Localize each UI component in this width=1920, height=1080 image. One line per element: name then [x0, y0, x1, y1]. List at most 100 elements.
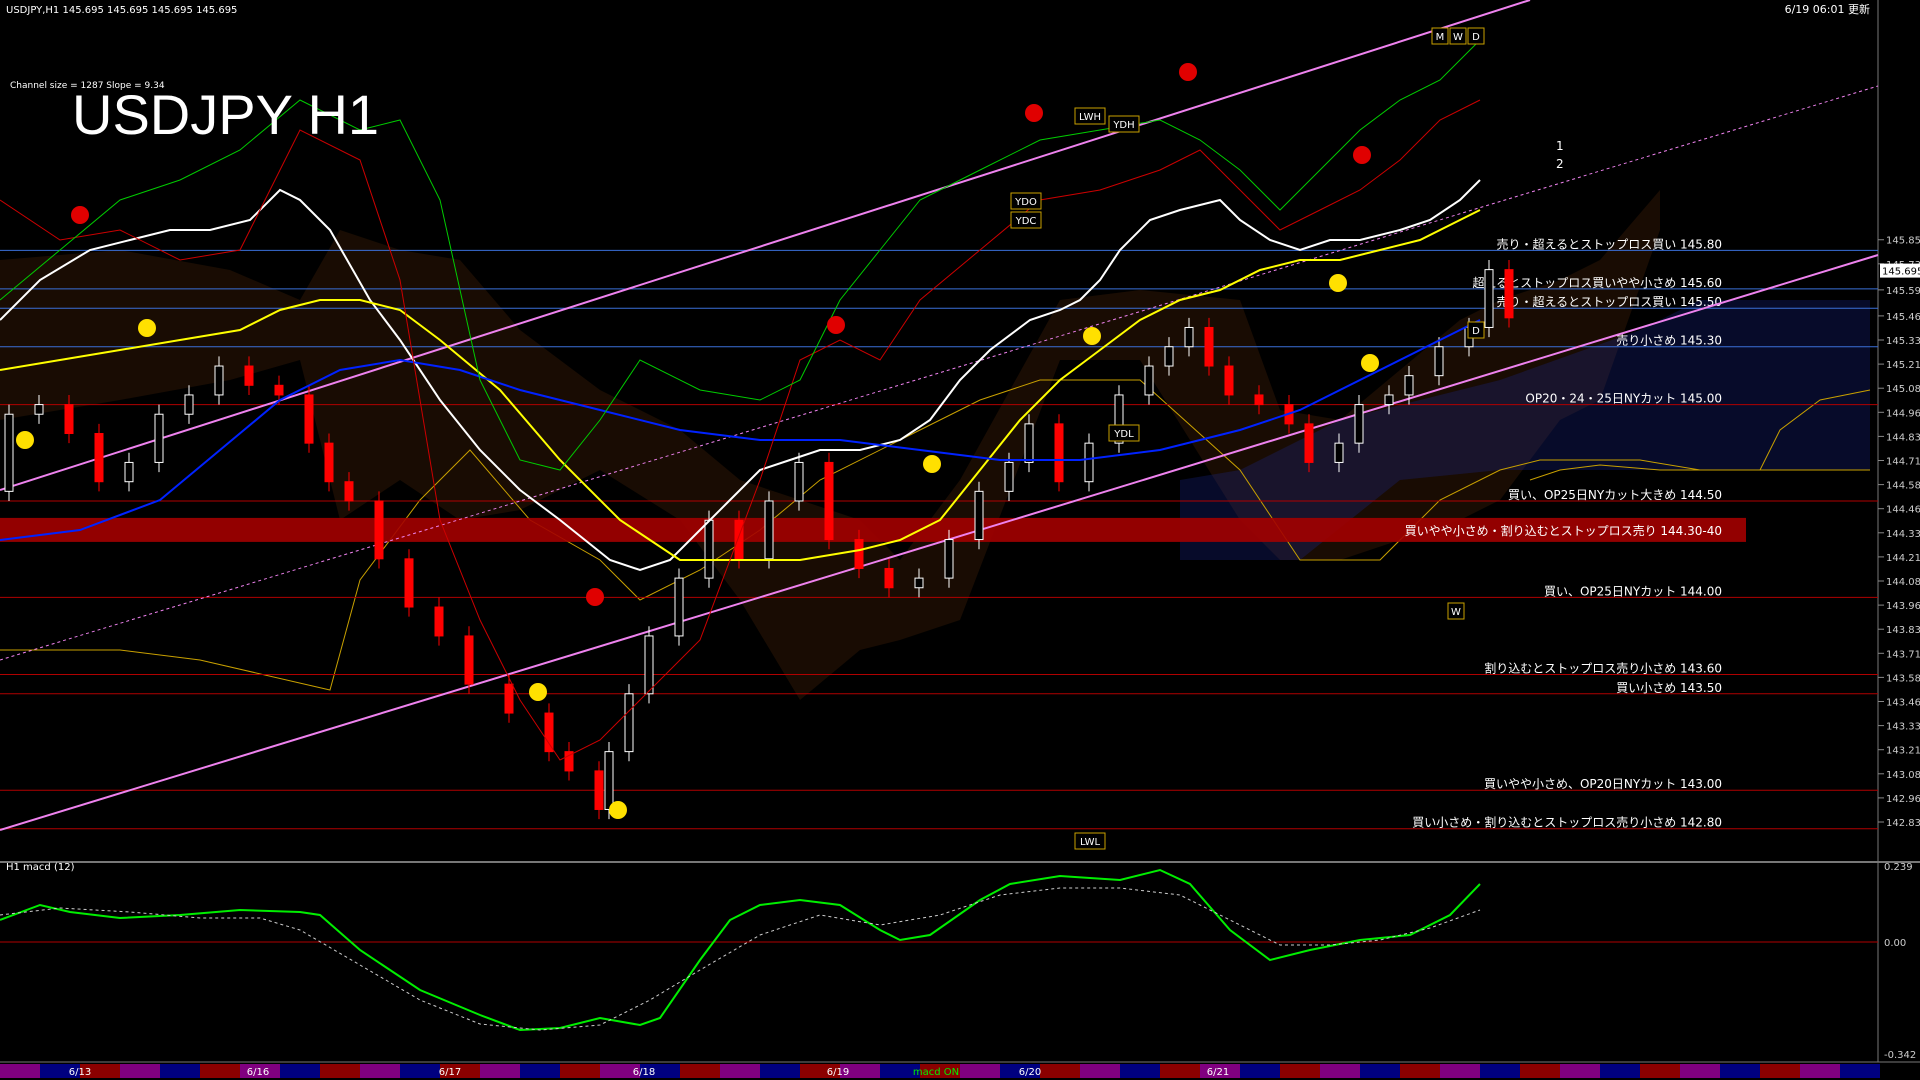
level-label-10: 買いやや小さめ、OP20日NYカット 143.00: [1484, 777, 1722, 791]
level-label-5: 買い、OP25日NYカット大きめ 144.50: [1508, 488, 1722, 502]
candle-body: [544, 712, 554, 753]
marker-label: LWL: [1080, 837, 1101, 848]
date-bar-segment: [1360, 1064, 1400, 1078]
y-tick-label: 145.335: [1886, 336, 1920, 347]
level-label-7: 買い、OP25日NYカット 144.00: [1544, 584, 1722, 598]
candle-body: [344, 481, 354, 502]
candle-body: [184, 394, 194, 415]
macd-on-label: macd ON: [913, 1067, 959, 1078]
candle-body: [604, 751, 614, 810]
y-tick-label: 143.085: [1886, 770, 1920, 781]
candle-body: [704, 519, 714, 579]
candle-body: [794, 461, 804, 502]
y-tick-label: 145.085: [1886, 384, 1920, 395]
date-bar-segment: [1840, 1064, 1880, 1078]
y-tick-label: 145.595: [1886, 286, 1920, 297]
date-bar-segment: [1400, 1064, 1440, 1078]
candle-body: [4, 413, 14, 492]
date-bar-segment: [1520, 1064, 1560, 1078]
candle-body: [404, 558, 414, 608]
macd-tick-label: -0.342: [1884, 1050, 1916, 1061]
marker-label: W: [1451, 607, 1461, 618]
candle-body: [1404, 375, 1414, 396]
date-bar-segment: [1640, 1064, 1680, 1078]
date-bar-segment: [1440, 1064, 1480, 1078]
date-bar-segment: [760, 1064, 800, 1078]
y-tick-label: 145.855: [1886, 236, 1920, 247]
candle-body: [734, 519, 744, 560]
date-bar-segment: [480, 1064, 520, 1078]
marker-label: YDC: [1015, 216, 1037, 227]
marker-label: YDH: [1112, 120, 1134, 131]
level-label-11: 買い小さめ・割り込むとストップロス売り小さめ 142.80: [1412, 815, 1722, 830]
macd-title: H1 macd (12): [6, 862, 75, 873]
candle-body: [944, 539, 954, 579]
candle-body: [1024, 423, 1034, 463]
y-tick-label: 143.210: [1886, 746, 1920, 757]
date-bar-segment: [1080, 1064, 1120, 1078]
level-label-0: 売り・超えるとストップロス買い 145.80: [1497, 236, 1722, 251]
macd-tick-label: 0.239: [1884, 862, 1913, 873]
candle-body: [884, 567, 894, 589]
buy-signal-icon: [16, 431, 34, 449]
date-bar-segment: [400, 1064, 440, 1078]
candle-body: [464, 635, 474, 685]
candle-body: [504, 683, 514, 714]
y-tick-label: 144.585: [1886, 481, 1920, 492]
candle-body: [1434, 346, 1444, 377]
candle-body: [244, 365, 254, 386]
date-bar-segment: [1120, 1064, 1160, 1078]
buy-signal-icon: [1361, 354, 1379, 372]
candle-body: [1254, 394, 1264, 406]
buy-signal-icon: [1083, 327, 1101, 345]
candle-body: [594, 770, 604, 810]
candle-body: [1164, 346, 1174, 367]
candle-body: [1054, 423, 1064, 483]
level-label-9: 買い小さめ 143.50: [1616, 681, 1722, 695]
y-tick-label: 143.335: [1886, 722, 1920, 733]
sell-signal-icon: [1025, 104, 1043, 122]
level-label-8: 割り込むとストップロス売り小さめ 143.60: [1484, 661, 1722, 676]
candle-body: [1144, 365, 1154, 396]
date-bar-segment: [1720, 1064, 1760, 1078]
candle-body: [1384, 394, 1394, 406]
date-bar-segment: [1280, 1064, 1320, 1078]
date-bar-segment: [1480, 1064, 1520, 1078]
candle-body: [1084, 442, 1094, 483]
buy-signal-icon: [923, 455, 941, 473]
date-bar-segment: [560, 1064, 600, 1078]
date-bar-segment: [1560, 1064, 1600, 1078]
candle-body: [274, 384, 284, 396]
candle-body: [154, 413, 164, 463]
buy-signal-icon: [1329, 274, 1347, 292]
date-bar-segment: [720, 1064, 760, 1078]
candle-body: [1304, 423, 1314, 463]
date-bar-segment: [680, 1064, 720, 1078]
date-bar-segment: [1680, 1064, 1720, 1078]
candle-body: [1224, 365, 1234, 396]
date-bar-segment: [1320, 1064, 1360, 1078]
sell-signal-icon: [71, 206, 89, 224]
date-bar-segment: [160, 1064, 200, 1078]
candle-body: [1204, 326, 1214, 367]
sell-signal-icon: [1353, 146, 1371, 164]
y-tick-label: 143.835: [1886, 625, 1920, 636]
date-label: 6/19: [827, 1067, 849, 1078]
date-bar-segment: [280, 1064, 320, 1078]
date-label: 6/13: [69, 1067, 91, 1078]
channel-number-2: 2: [1556, 157, 1564, 171]
candle-body: [854, 539, 864, 569]
date-bar-segment: [1040, 1064, 1080, 1078]
candle-body: [1004, 461, 1014, 492]
date-bar-segment: [1600, 1064, 1640, 1078]
buy-signal-icon: [529, 683, 547, 701]
candle-body: [824, 461, 834, 541]
candle-body: [974, 490, 984, 541]
date-bar-segment: [320, 1064, 360, 1078]
candle-body: [764, 500, 774, 560]
marker-label: YDL: [1113, 429, 1134, 440]
date-bar-segment: [1760, 1064, 1800, 1078]
date-bar: 6/13 6/16 6/17 6/18 6/19 6/20 6/21 macd ON: [0, 1064, 1880, 1078]
candle-body: [34, 404, 44, 415]
y-tick-label: 144.835: [1886, 432, 1920, 443]
